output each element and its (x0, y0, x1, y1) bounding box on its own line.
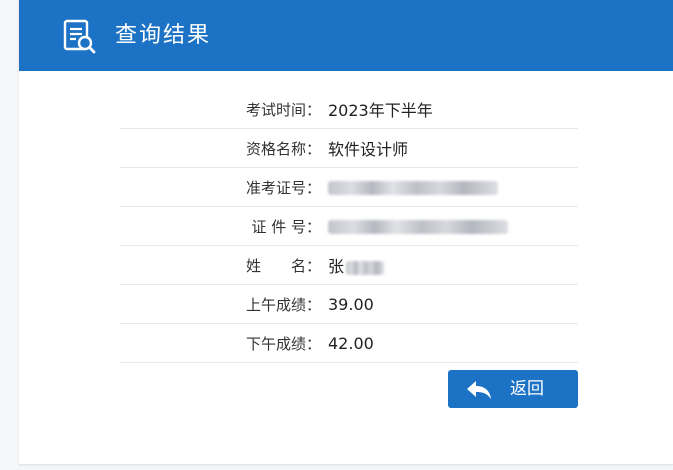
row-exam-time: 考试时间： 2023年下半年 (120, 90, 578, 129)
redacted-value (346, 260, 385, 275)
row-label: 证 件 号 (251, 217, 306, 236)
header-bar: 查询结果 (19, 0, 673, 71)
name-visible-part: 张 (328, 257, 345, 276)
row-label: 姓 名 (245, 256, 306, 275)
colon: ： (306, 217, 322, 236)
page-title: 查询结果 (115, 23, 212, 48)
row-value (328, 217, 508, 236)
colon: ： (306, 334, 322, 353)
page: 查询结果 考试时间： 2023年下半年 资格名称： 软件设计师 准考证号： 证 … (0, 0, 673, 470)
row-label: 上午成绩 (245, 295, 306, 314)
back-button-label: 返回 (510, 379, 544, 399)
search-document-icon (63, 19, 96, 54)
row-label: 考试时间 (245, 100, 306, 119)
redacted-value (328, 220, 508, 234)
row-value: 张 (328, 253, 385, 277)
result-table: 考试时间： 2023年下半年 资格名称： 软件设计师 准考证号： 证 件 号： … (120, 90, 578, 363)
row-afternoon-score: 下午成绩： 42.00 (120, 324, 578, 363)
redacted-value (328, 181, 498, 195)
result-card: 查询结果 考试时间： 2023年下半年 资格名称： 软件设计师 准考证号： 证 … (19, 0, 673, 465)
colon: ： (306, 178, 322, 197)
row-admission-number: 准考证号： (120, 168, 578, 207)
back-button[interactable]: 返回 (448, 370, 578, 408)
colon: ： (306, 139, 322, 158)
row-value (328, 178, 498, 197)
row-morning-score: 上午成绩： 39.00 (120, 285, 578, 324)
back-arrow-icon (467, 381, 491, 399)
row-label: 准考证号 (245, 178, 306, 197)
row-value: 42.00 (328, 333, 374, 353)
colon: ： (306, 100, 322, 119)
row-qualification: 资格名称： 软件设计师 (120, 129, 578, 168)
row-value: 2023年下半年 (328, 101, 433, 120)
row-label: 资格名称 (245, 139, 306, 158)
row-name: 姓 名： 张 (120, 246, 578, 285)
colon: ： (306, 256, 322, 275)
row-id-number: 证 件 号： (120, 207, 578, 246)
row-value: 39.00 (328, 294, 374, 314)
row-value: 软件设计师 (328, 140, 409, 159)
colon: ： (306, 295, 322, 314)
row-label: 下午成绩 (245, 334, 306, 353)
